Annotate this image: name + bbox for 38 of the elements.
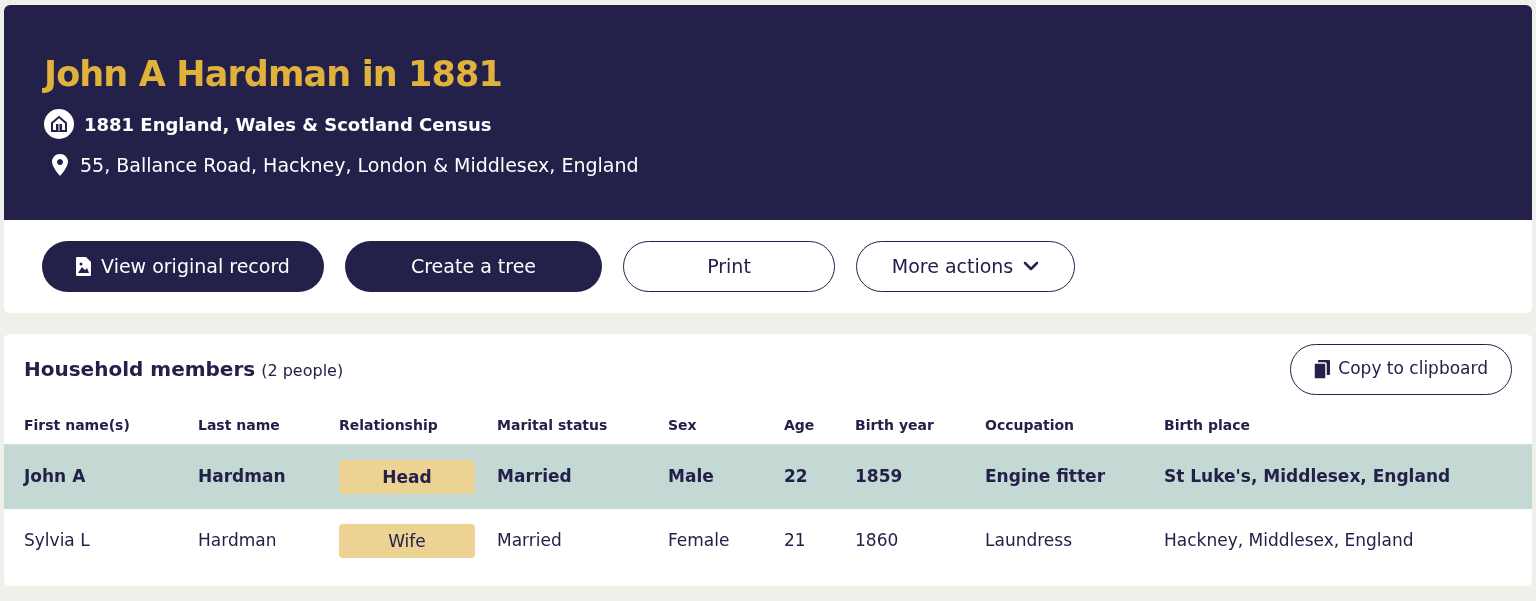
address: 55, Ballance Road, Hackney, London & Middlesex, England (80, 153, 639, 178)
table-cell-text: 22 (784, 464, 809, 488)
relationship-badge: Head (339, 459, 475, 494)
column-header: Birth year (855, 415, 935, 435)
column-header: Birth place (1164, 415, 1251, 435)
action-button[interactable]: Create a tree (345, 240, 602, 292)
action-button[interactable]: View original record (42, 240, 324, 292)
column-header: First name(s) (24, 415, 131, 435)
column-header: Age (784, 415, 816, 435)
table-cell-text: Married (497, 528, 563, 552)
table-cell-text: Sylvia L (24, 528, 91, 552)
table-cell-text: Laundress (985, 528, 1074, 552)
collection-name: 1881 England, Wales & Scotland Census (84, 112, 492, 137)
column-header: Last name (198, 415, 281, 435)
table-cell-text: Female (668, 528, 731, 552)
page-title: John A Hardman in 1881 (44, 53, 504, 96)
table-cell-text: 1859 (855, 464, 904, 488)
relationship-badge: Wife (339, 523, 475, 558)
action-button[interactable]: More actions (856, 240, 1075, 292)
table-cell-text: Engine fitter (985, 464, 1107, 488)
table-cell-text: Hackney, Middlesex, England (1164, 528, 1415, 552)
section-title: Household members (24, 356, 256, 383)
table-cell-text: Hardman (198, 464, 287, 488)
table-cell-text: Married (497, 464, 573, 488)
column-header: Sex (668, 415, 698, 435)
table-cell-text: St Luke's, Middlesex, England (1164, 464, 1452, 488)
column-header: Relationship (339, 415, 439, 435)
table-cell-text: 21 (784, 528, 807, 552)
column-header: Marital status (497, 415, 609, 435)
column-header: Occupation (985, 415, 1075, 435)
table-row[interactable]: John A Hardman Head Married Male 22 1859 Engine fitter St Luke's, Middlesex, England (4, 444, 1532, 509)
action-button[interactable]: Print (623, 240, 835, 292)
table-cell-text: Male (668, 464, 715, 488)
table-cell-text: 1860 (855, 528, 900, 552)
table-cell-text: John A (24, 464, 87, 488)
table-cell-text: Hardman (198, 528, 278, 552)
copy-to-clipboard-button[interactable]: Copy to clipboard (1290, 343, 1512, 395)
people-count: (2 people) (261, 360, 344, 382)
